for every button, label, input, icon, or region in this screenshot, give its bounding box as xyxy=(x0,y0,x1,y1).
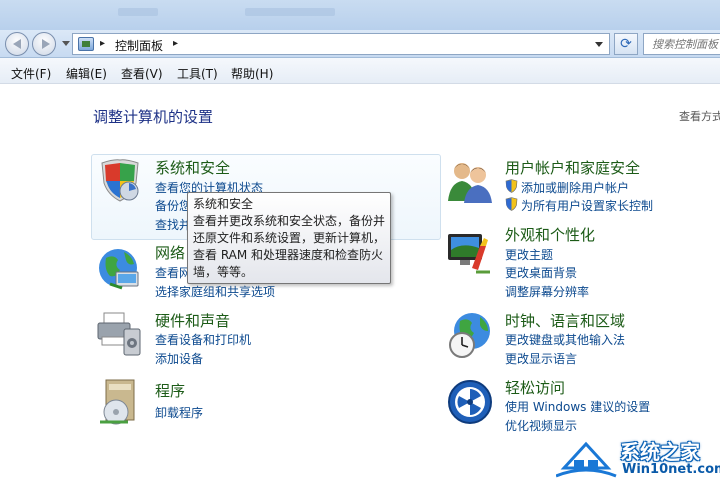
refresh-icon: ⟳ xyxy=(620,36,632,52)
link-view-network[interactable]: 查看网 xyxy=(155,264,191,281)
programs-icon[interactable] xyxy=(96,378,144,426)
category-title-system-security[interactable]: 系统和安全 xyxy=(155,157,230,178)
control-panel-icon xyxy=(78,37,94,51)
page-title: 调整计算机的设置 xyxy=(93,108,214,126)
appearance-monitor-icon[interactable] xyxy=(446,228,494,276)
menu-bar: 文件(F) 编辑(E) 查看(V) 工具(T) 帮助(H) xyxy=(0,58,720,84)
link-homegroup[interactable]: 选择家庭组和共享选项 xyxy=(155,283,275,300)
view-by-label[interactable]: 查看方式 xyxy=(679,108,720,124)
history-dropdown-icon[interactable] xyxy=(62,41,70,46)
title-blur xyxy=(245,8,335,16)
link-parental-controls[interactable]: 为所有用户设置家长控制 xyxy=(521,197,653,214)
category-title-network[interactable]: 网络 xyxy=(155,242,185,263)
category-title-user-accounts[interactable]: 用户帐户和家庭安全 xyxy=(505,157,640,178)
uac-shield-icon xyxy=(505,179,518,193)
tooltip-line: 查看并更改系统和安全状态，备份并 xyxy=(193,214,386,228)
title-blur xyxy=(118,8,158,16)
tooltip-title: 系统和安全 xyxy=(193,197,254,211)
printer-icon[interactable] xyxy=(96,309,144,357)
ease-of-access-icon[interactable] xyxy=(446,378,494,426)
link-display-language[interactable]: 更改显示语言 xyxy=(505,350,577,367)
watermark-url: Win10net.com xyxy=(622,462,720,477)
category-title-programs[interactable]: 程序 xyxy=(155,380,185,401)
watermark-title: 系统之家 xyxy=(620,440,700,464)
link-change-theme[interactable]: 更改主题 xyxy=(505,246,553,263)
menu-help[interactable]: 帮助(H) xyxy=(231,65,273,82)
link-windows-recommended[interactable]: 使用 Windows 建议的设置 xyxy=(505,398,650,415)
tooltip-line: 还原文件和系统设置，更新计算机， xyxy=(193,231,386,245)
link-keyboard-input[interactable]: 更改键盘或其他输入法 xyxy=(505,331,625,348)
category-title-appearance[interactable]: 外观和个性化 xyxy=(505,224,595,245)
menu-tools[interactable]: 工具(T) xyxy=(177,65,218,82)
breadcrumb-separator-icon[interactable]: ▸ xyxy=(100,38,105,49)
back-button[interactable] xyxy=(5,32,29,56)
arrow-right-icon xyxy=(42,39,50,49)
clock-globe-icon[interactable] xyxy=(446,311,494,359)
tooltip: 系统和安全 查看并更改系统和安全状态，备份并 还原文件和系统设置，更新计算机， … xyxy=(187,192,391,284)
link-desktop-background[interactable]: 更改桌面背景 xyxy=(505,264,577,281)
uac-shield-icon xyxy=(505,197,518,211)
link-backup[interactable]: 备份您 xyxy=(155,197,191,214)
window-title-bar xyxy=(0,0,720,30)
link-add-remove-users[interactable]: 添加或删除用户帐户 xyxy=(521,179,629,196)
address-field[interactable]: ▸ 控制面板 ▸ xyxy=(72,33,610,55)
search-box[interactable] xyxy=(643,33,720,55)
users-icon[interactable] xyxy=(446,157,494,205)
navigation-bar: ▸ 控制面板 ▸ ⟳ xyxy=(0,30,720,58)
refresh-button[interactable]: ⟳ xyxy=(614,33,638,55)
category-title-hardware-sound[interactable]: 硬件和声音 xyxy=(155,310,230,331)
tooltip-line: 查看 RAM 和处理器速度和检查防火 xyxy=(193,248,384,262)
forward-button[interactable] xyxy=(32,32,56,56)
tooltip-line: 墙，等等。 xyxy=(193,265,254,279)
link-add-device[interactable]: 添加设备 xyxy=(155,350,203,367)
breadcrumb-control-panel[interactable]: 控制面板 xyxy=(115,37,163,54)
link-uninstall-program[interactable]: 卸载程序 xyxy=(155,404,203,421)
menu-edit[interactable]: 编辑(E) xyxy=(66,65,107,82)
link-screen-resolution[interactable]: 调整屏幕分辨率 xyxy=(505,283,589,300)
breadcrumb-separator-icon[interactable]: ▸ xyxy=(173,38,178,49)
link-devices-printers[interactable]: 查看设备和打印机 xyxy=(155,331,251,348)
menu-view[interactable]: 查看(V) xyxy=(121,65,163,82)
shield-icon[interactable] xyxy=(96,157,144,205)
arrow-left-icon xyxy=(13,39,21,49)
category-title-ease-of-access[interactable]: 轻松访问 xyxy=(505,377,565,398)
category-title-clock-language[interactable]: 时钟、语言和区域 xyxy=(505,310,625,331)
network-globe-icon[interactable] xyxy=(96,244,144,292)
menu-file[interactable]: 文件(F) xyxy=(11,65,51,82)
search-input[interactable] xyxy=(644,34,720,54)
link-find-fix[interactable]: 查找并 xyxy=(155,216,191,233)
address-dropdown-icon[interactable] xyxy=(595,42,603,47)
